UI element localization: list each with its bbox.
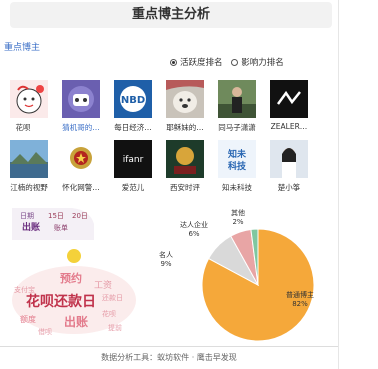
blogger-avatar-ifanr[interactable]: ifanr (114, 140, 152, 178)
wordcloud-word: 账单 (54, 223, 68, 232)
blogger-avatar-landscape[interactable] (10, 140, 48, 178)
wordcloud-word: 20日 (72, 212, 88, 220)
blogger-analysis-panel: 重点博主分析 重点博主 活跃度排名 影响力排名 NBD 花呗 猜机哥的… 每日经… (0, 0, 339, 369)
wordcloud-word: 花呗还款日 (26, 293, 96, 310)
pie-label: 其他 2% (231, 208, 245, 226)
blogger-name[interactable]: 楚小筝 (263, 182, 315, 193)
footer-credit: 数据分析工具：蚁坊软件 · 鹰击早发现 (101, 353, 237, 362)
wordcloud-word: 提前 (108, 323, 122, 332)
blogger-name[interactable]: 西安时评 (159, 182, 211, 193)
radio-activity-ranking[interactable]: 活跃度排名 (170, 56, 223, 68)
coin-icon (67, 249, 81, 263)
wordcloud-word: 借呗 (38, 327, 52, 336)
zhiwei-logo-text-top: 知未 (227, 148, 247, 160)
blogger-name[interactable]: 花呗 (0, 122, 49, 133)
pie-label: 名人 9% (159, 250, 173, 268)
blogger-name[interactable]: 耶稣妹的… (159, 122, 211, 133)
wordcloud-word: 出账 (64, 314, 88, 329)
blogger-avatar-police[interactable] (62, 140, 100, 178)
section-link-key-bloggers[interactable]: 重点博主 (4, 40, 40, 53)
blogger-name[interactable]: 知未科技 (211, 182, 263, 193)
pie-label: 达人企业 6% (180, 220, 208, 238)
wordcloud-word: 工资 (94, 280, 112, 291)
blogger-type-pie-chart: 普通博主 82%名人 9%达人企业 6%其他 2% (159, 208, 315, 342)
blogger-name[interactable]: 怀化网警… (55, 182, 107, 193)
radio-selected-icon (170, 59, 177, 66)
blogger-avatar-zealer[interactable] (270, 80, 308, 118)
wordcloud-word: 15日 (48, 212, 64, 220)
ranking-radio-group: 活跃度排名 影响力排名 (170, 56, 290, 68)
ifanr-logo-text: ifanr (123, 155, 144, 165)
blogger-avatar-person[interactable] (218, 80, 256, 118)
wordcloud-word: 还款日 (102, 293, 123, 302)
blogger-name[interactable]: ZEALER… (263, 122, 315, 131)
blogger-avatar-xian[interactable] (166, 140, 204, 178)
panel-title: 重点博主分析 (10, 2, 332, 28)
blogger-name[interactable]: 江楠的视野 (3, 182, 55, 193)
blogger-avatar-robot[interactable] (62, 80, 100, 118)
wordcloud-word: 花呗 (102, 309, 116, 318)
nbd-logo-text: NBD (121, 95, 145, 106)
blogger-avatar-girl[interactable] (270, 140, 308, 178)
zhiwei-logo-text-bottom: 科技 (228, 160, 247, 172)
keyword-word-cloud: 日期 15日 20日 出账 账单 预约 工资 支付宝 花呗还款日 额度 出账 花… (12, 208, 136, 336)
blogger-name[interactable]: 爱范儿 (107, 182, 159, 193)
blogger-name[interactable]: 同马子潇潇 (211, 122, 263, 133)
wordcloud-word: 出账 (22, 221, 40, 233)
radio-influence-ranking[interactable]: 影响力排名 (231, 56, 284, 68)
wordcloud-word: 额度 (20, 314, 36, 324)
blogger-avatar-dog[interactable] (166, 80, 204, 118)
blogger-avatar-zhiwei[interactable]: 知未 科技 (218, 140, 256, 178)
blogger-avatar-nbd[interactable]: NBD (114, 80, 152, 118)
footer-divider (0, 346, 338, 347)
blogger-avatar-huabei[interactable] (10, 80, 48, 118)
blogger-name[interactable]: 每日经济… (107, 122, 159, 133)
radio-unselected-icon (231, 59, 239, 66)
blogger-name[interactable]: 猜机哥的… (55, 122, 107, 133)
wordcloud-word: 预约 (60, 271, 82, 285)
wordcloud-word: 支付宝 (14, 285, 35, 294)
wordcloud-word: 日期 (20, 212, 34, 220)
